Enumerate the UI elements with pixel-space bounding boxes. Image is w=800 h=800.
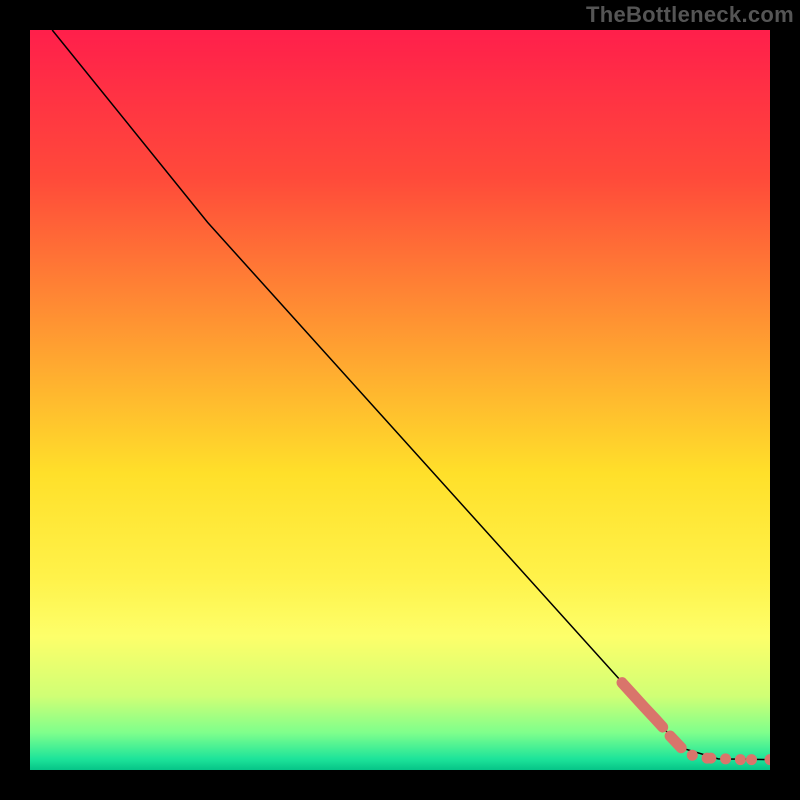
chart-frame: TheBottleneck.com	[0, 0, 800, 800]
highlight-dot	[720, 753, 731, 764]
highlight-dot	[746, 754, 757, 765]
highlight-dot	[705, 753, 716, 764]
plot-area	[30, 30, 770, 770]
highlight-dot	[735, 754, 746, 765]
watermark-text: TheBottleneck.com	[586, 2, 794, 28]
highlight-dot	[687, 750, 698, 761]
chart-svg	[30, 30, 770, 770]
